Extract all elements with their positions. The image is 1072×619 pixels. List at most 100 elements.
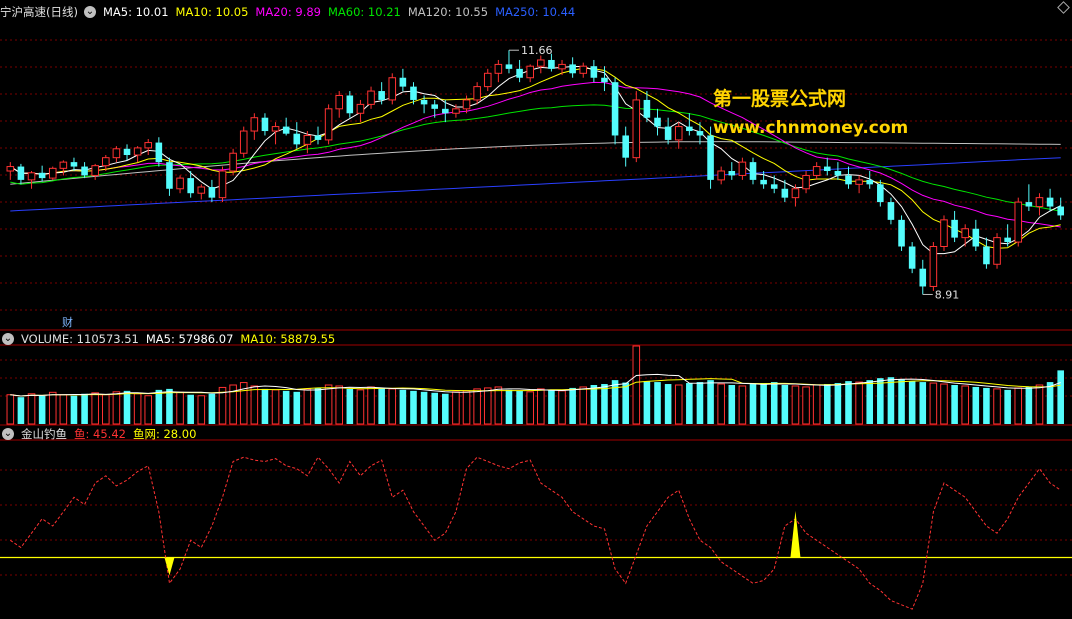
volume-bar-up [558, 390, 566, 425]
volume-bar-up [388, 388, 397, 425]
candle-down [1025, 202, 1033, 207]
volume-bar-up [335, 385, 344, 425]
candle-down [208, 186, 216, 198]
candle-down [601, 77, 608, 83]
volume-bar-up [250, 385, 259, 425]
candle-down [346, 95, 354, 114]
volume-bar-down [643, 381, 651, 424]
volume-bar-up [526, 391, 534, 425]
candle-up [494, 63, 503, 74]
candle-up [197, 186, 206, 194]
volume-bar-down [442, 393, 449, 424]
candle-down [845, 175, 852, 185]
volume-bar-up [632, 345, 641, 425]
volume-bar-down [972, 386, 980, 424]
chevron-down-icon[interactable]: ⌄ [83, 6, 96, 18]
candle-down [908, 246, 916, 269]
volume-bar-down [155, 389, 163, 424]
candle-down [898, 219, 905, 247]
volume-bar-down [781, 385, 789, 424]
candle-down [866, 179, 874, 185]
chevron-down-icon[interactable]: ⌄ [2, 333, 14, 345]
candle-down [1046, 197, 1054, 207]
candle-up [27, 172, 36, 181]
candle-up [271, 126, 280, 132]
volume-bar-down [346, 388, 354, 424]
volume-bar-down [548, 389, 555, 424]
candle-down [548, 59, 555, 69]
volume-bar-down [293, 391, 301, 424]
candle-up [558, 63, 566, 70]
volume-bar-down [622, 382, 629, 424]
stock-title[interactable]: 宁沪高速(日线) [0, 4, 78, 20]
fish-line [10, 456, 1061, 610]
ma250-label: MA250: 10.44 [495, 5, 576, 19]
high-price-label: 11.66 [521, 44, 553, 57]
chart-canvas[interactable]: 11.66 8.91 财 [0, 0, 1072, 615]
candle-up [239, 130, 248, 154]
candle-down [505, 64, 513, 69]
ma5-label: MA5: 10.01 [102, 5, 169, 19]
volume-bar-down [760, 383, 767, 424]
candle-down [887, 202, 895, 220]
volume-bar-up [791, 385, 800, 425]
candle-down [622, 135, 629, 158]
candle-down [983, 246, 990, 265]
ma20-line [10, 81, 1061, 228]
candle-down [770, 184, 778, 189]
low-price-label: 8.91 [935, 288, 960, 301]
candle-down [1004, 237, 1011, 243]
candle-down [410, 86, 417, 100]
volume-bar-down [770, 382, 778, 424]
volume-bar-down [420, 391, 428, 424]
candle-down [155, 142, 163, 163]
volume-bar-down [707, 380, 714, 424]
candle-down [749, 162, 757, 180]
volume-bar-up [324, 384, 333, 425]
volume-bar-up [27, 393, 36, 425]
volume-bar-down [410, 390, 417, 424]
signal-spike [164, 557, 175, 576]
stock-chart-window[interactable]: 11.66 8.91 财 宁沪高速(日线) ⌄ MA5: 10.01 MA10: 1… [0, 0, 1072, 615]
volume-bar-up [91, 392, 99, 425]
candle-up [367, 90, 375, 105]
volume-bar-down [166, 388, 173, 424]
watermark-url: www.chnmoney.com [713, 118, 909, 138]
volume-label: VOLUME: 110573.51 [21, 332, 139, 346]
indicator-name[interactable]: 金山钓鱼 [21, 426, 67, 442]
candle-down [70, 162, 78, 167]
volume-bar-up [452, 391, 460, 425]
volume-bar-up [197, 395, 206, 425]
volume-bar-down [654, 382, 661, 424]
candle-down [696, 131, 704, 136]
volume-bar-down [898, 379, 905, 424]
candle-down [823, 166, 831, 171]
volume-bar-up [674, 384, 683, 425]
volume-bar-down [1004, 389, 1011, 424]
volume-bar-up [993, 388, 1001, 425]
candle-up [1014, 201, 1023, 243]
volume-bar-down [951, 385, 958, 424]
volume-bar-down [866, 380, 874, 424]
candle-up [6, 166, 15, 172]
fish-value-label: 鱼: 45.42 [74, 427, 126, 441]
candle-up [250, 117, 259, 132]
candle-up [674, 126, 683, 141]
candle-down [611, 82, 619, 136]
volume-bar-down [505, 389, 513, 424]
candle-down [431, 104, 438, 109]
volume-bar-up [717, 383, 725, 425]
chevron-down-icon[interactable]: ⌄ [2, 428, 14, 440]
candle-down [728, 171, 736, 176]
candle-up [791, 188, 800, 199]
volume-bar-down [1046, 382, 1054, 424]
volume-bar-up [133, 393, 142, 425]
finance-marker: 财 [62, 315, 73, 329]
volume-bar-up [855, 381, 863, 425]
volume-bar-up [6, 394, 15, 425]
candle-up [929, 246, 938, 287]
volume-bar-up [176, 391, 184, 425]
candle-down [378, 91, 385, 100]
candle-up [112, 148, 121, 159]
volume-bar-down [431, 392, 438, 424]
